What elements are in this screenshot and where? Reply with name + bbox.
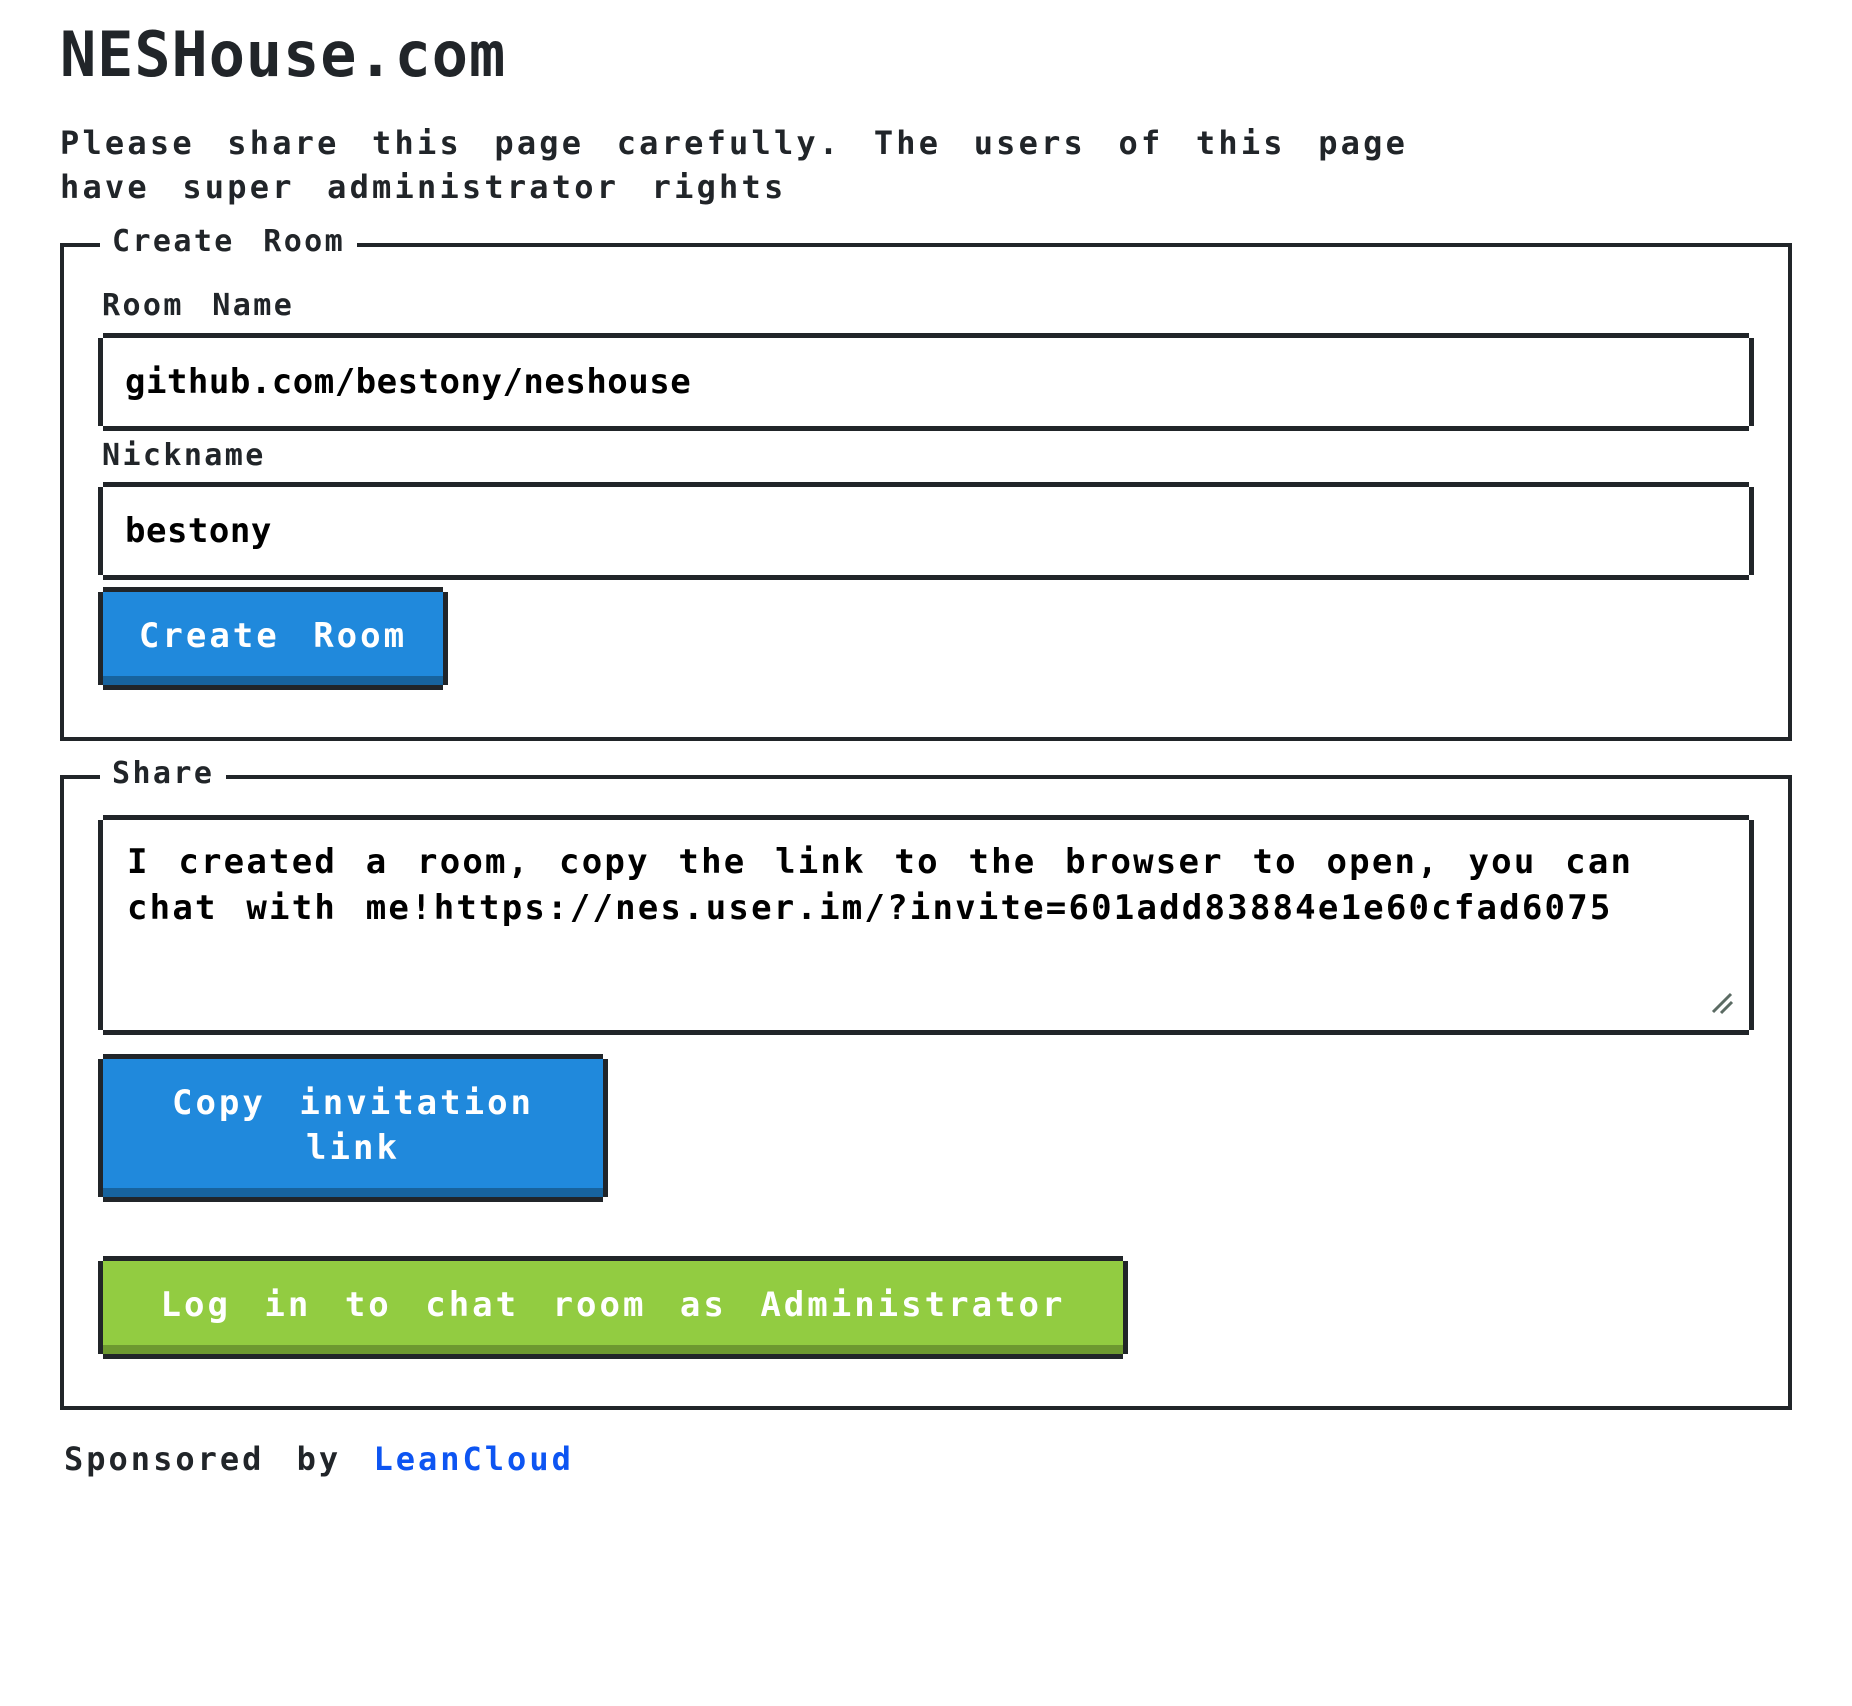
admin-notice-text: Please share this page carefully. The us…	[60, 124, 1409, 207]
room-name-value[interactable]: github.com/bestony/neshouse	[125, 360, 691, 404]
room-name-input[interactable]: github.com/bestony/neshouse	[98, 332, 1754, 431]
create-room-section: Create Room Room Name github.com/bestony…	[60, 227, 1792, 742]
footer: Sponsored by LeanCloud	[64, 1440, 1792, 1478]
create-room-legend: Create Room	[100, 227, 358, 258]
login-as-administrator-button[interactable]: Log in to chat room as Administrator	[103, 1261, 1123, 1354]
sponsored-by-label: Sponsored by	[64, 1439, 342, 1478]
nickname-value[interactable]: bestony	[125, 509, 272, 553]
page-title: NESHouse.com	[60, 18, 507, 91]
nickname-input-box[interactable]: bestony	[103, 487, 1749, 576]
nickname-input[interactable]: bestony	[98, 482, 1754, 581]
page-root: NESHouse.com Please share this page care…	[0, 0, 1852, 1478]
invite-message-textarea[interactable]: I created a room, copy the link to the b…	[98, 815, 1754, 1036]
leancloud-sponsor-link[interactable]: LeanCloud	[373, 1440, 573, 1478]
share-legend: Share	[100, 759, 227, 790]
room-name-label: Room Name	[102, 288, 295, 324]
resize-grip-icon[interactable]	[1709, 990, 1735, 1016]
share-section: Share I created a room, copy the link to…	[60, 759, 1792, 1410]
invite-message-textarea-box[interactable]: I created a room, copy the link to the b…	[103, 820, 1749, 1031]
copy-invitation-link-button[interactable]: Copy invitation link	[103, 1059, 603, 1198]
invite-message-value[interactable]: I created a room, copy the link to the b…	[127, 840, 1725, 930]
create-room-button[interactable]: Create Room	[103, 592, 443, 686]
nickname-label: Nickname	[102, 437, 266, 473]
room-name-input-box[interactable]: github.com/bestony/neshouse	[103, 337, 1749, 426]
